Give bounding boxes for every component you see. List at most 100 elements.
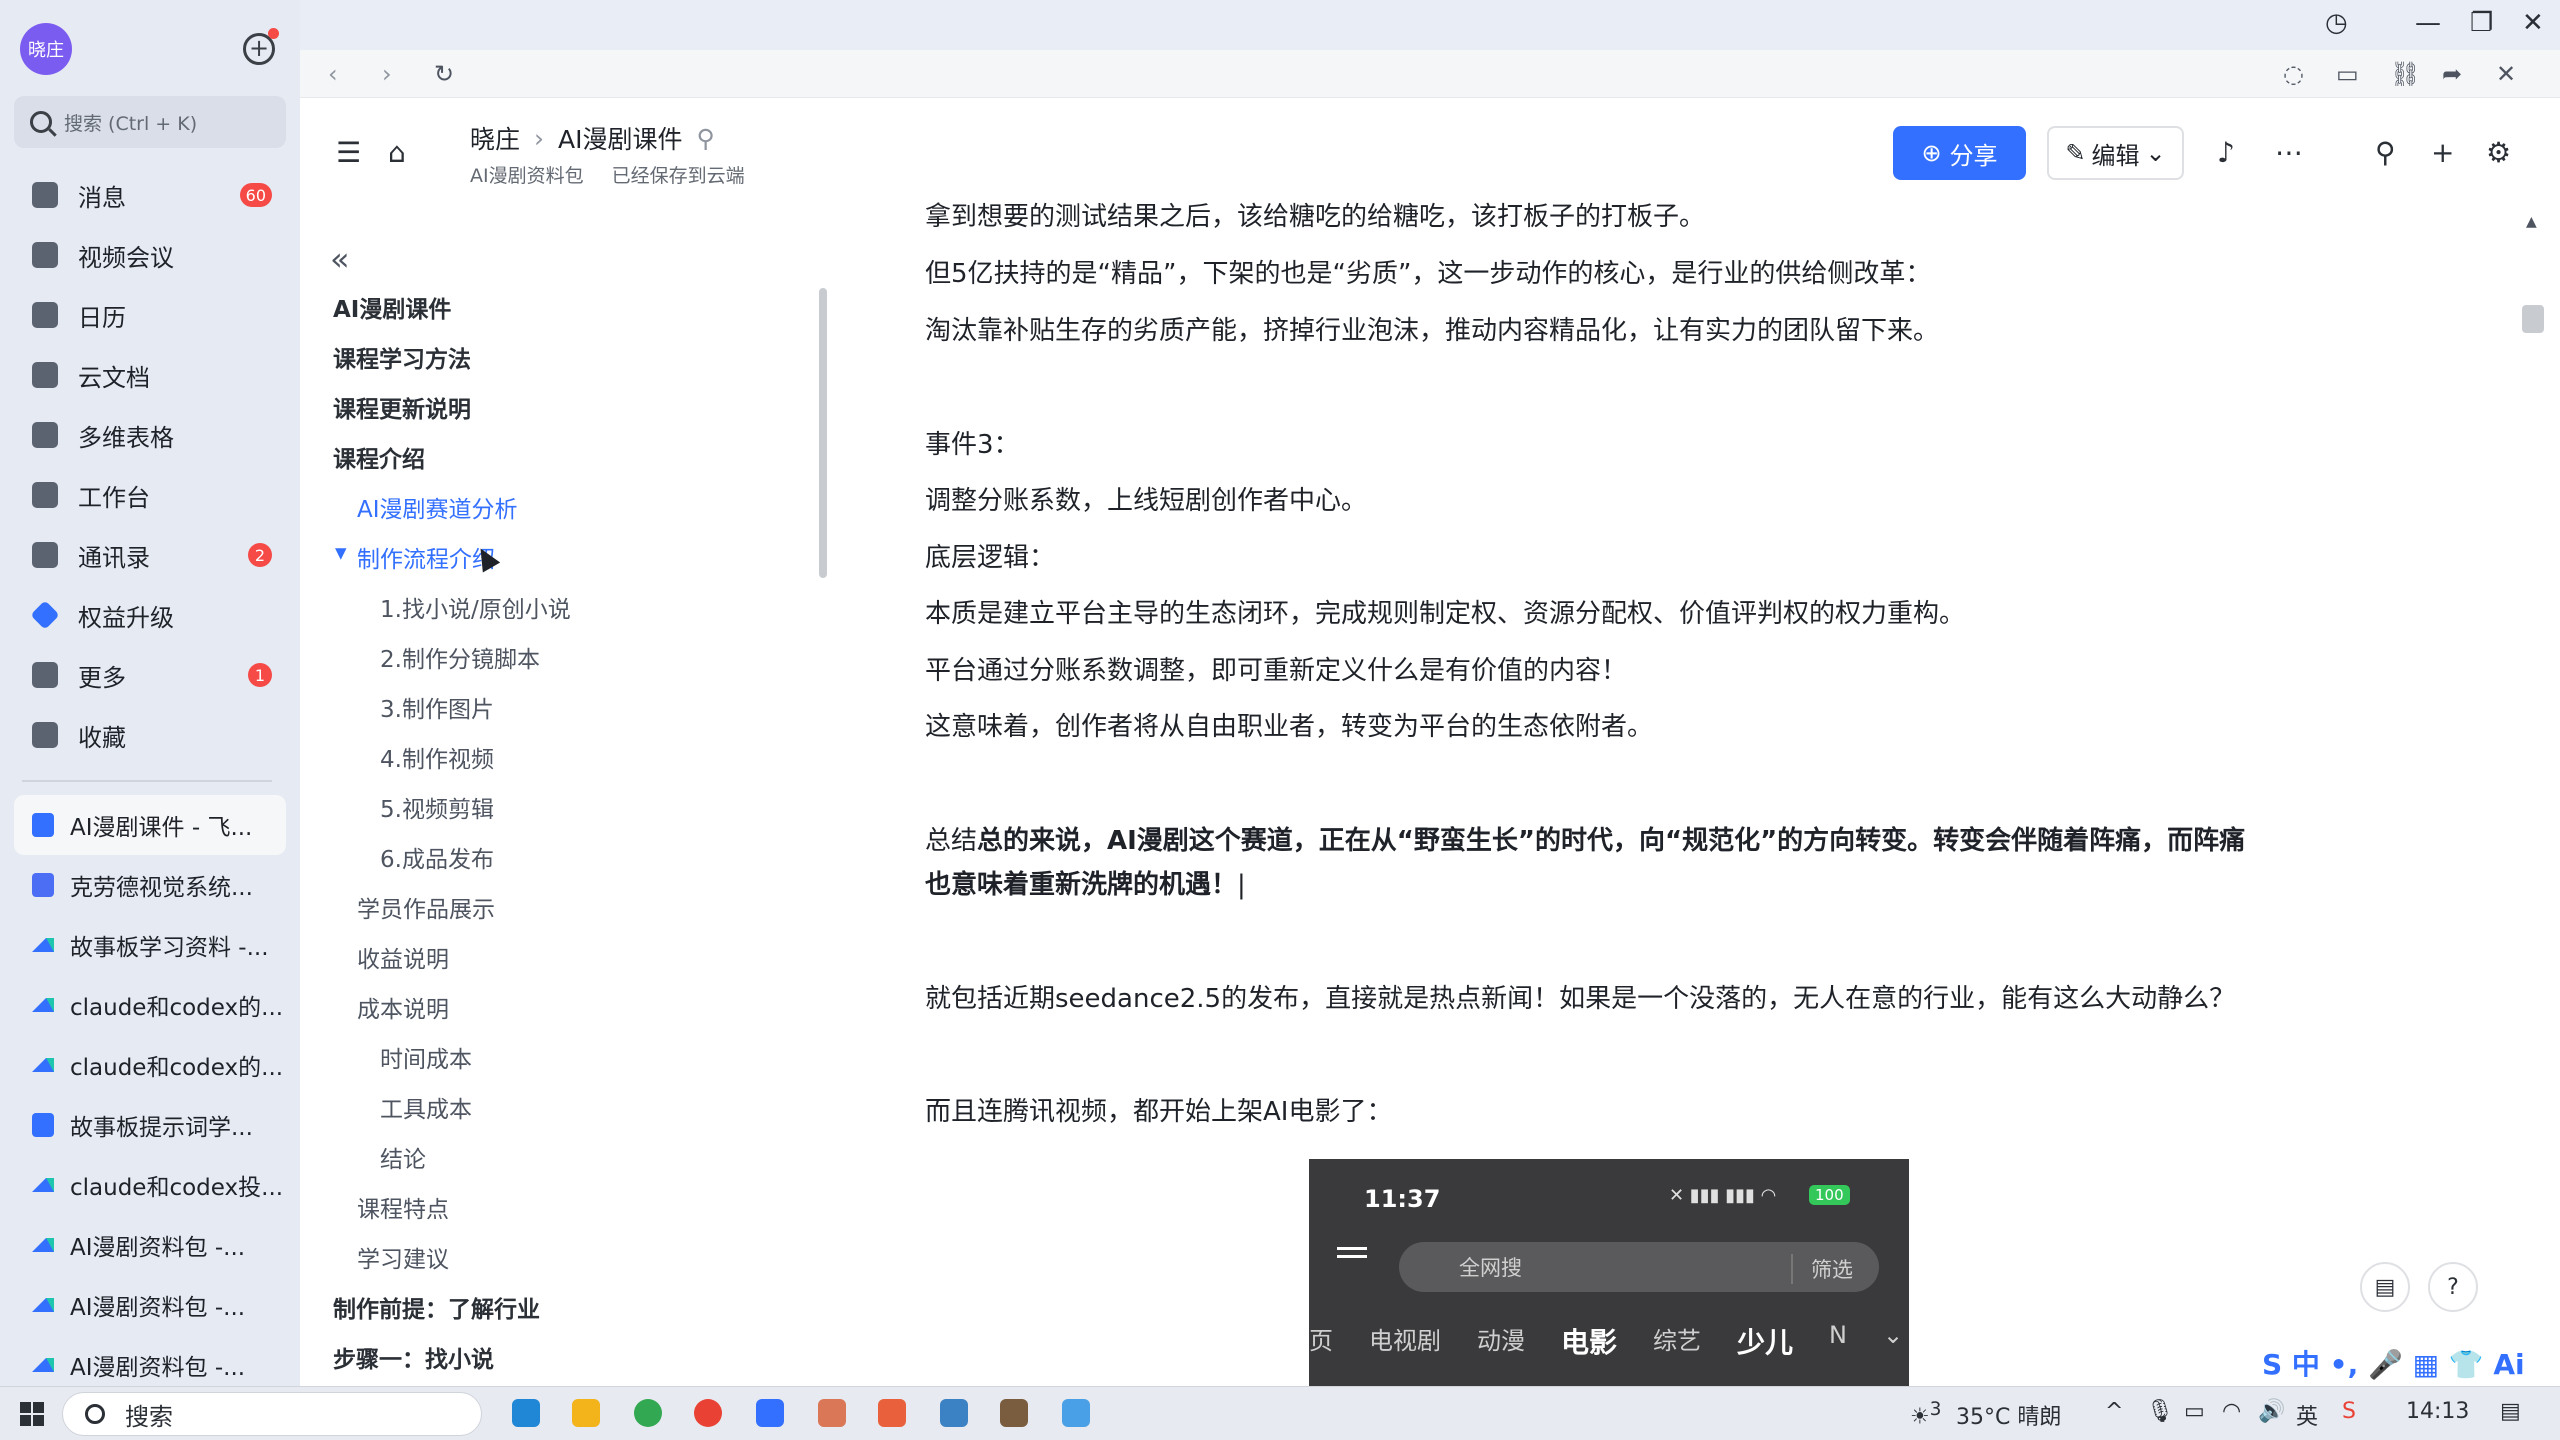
- sogou-tray-icon[interactable]: S: [2342, 1399, 2356, 1424]
- taskbar-search[interactable]: 搜索: [62, 1392, 482, 1436]
- outline-item[interactable]: 课程特点: [357, 1190, 449, 1224]
- outline-item[interactable]: 收益说明: [357, 940, 449, 974]
- nav-item-calendar[interactable]: 日历: [14, 285, 286, 345]
- recent-doc-item[interactable]: claude和codex投...: [14, 1155, 286, 1215]
- forward-icon[interactable]: ›: [382, 60, 392, 88]
- recent-doc-item[interactable]: 故事板提示词学...: [14, 1095, 286, 1155]
- claude-app-icon[interactable]: [818, 1399, 846, 1427]
- doc-info-icon[interactable]: ▤: [2360, 1262, 2410, 1312]
- embedded-phone-screenshot[interactable]: 11:37 ✕ ▮▮▮ ▮▮▮ ◠ 100 全网搜 筛选 页 电视剧 动漫 电影…: [1309, 1159, 1909, 1386]
- more-apps-icon: [32, 662, 58, 688]
- forward-share-icon[interactable]: ➦: [2442, 60, 2462, 88]
- nav-item-messages[interactable]: 消息 60: [14, 165, 286, 225]
- nav-item-cloud-docs[interactable]: 云文档: [14, 345, 286, 405]
- notepad-app-icon[interactable]: [1062, 1399, 1090, 1427]
- ime-toolbar[interactable]: S 中 •, 🎤 ▦ 👕 Ai: [2262, 1343, 2525, 1383]
- mic-icon[interactable]: 🎙: [2146, 1399, 2174, 1424]
- outline-item[interactable]: 2.制作分镜脚本: [380, 640, 540, 674]
- recent-doc-item[interactable]: AI漫剧资料包 -...: [14, 1275, 286, 1335]
- close-tab-icon[interactable]: ✕: [2496, 60, 2516, 88]
- restore-icon[interactable]: ❐: [2470, 8, 2493, 38]
- more-icon[interactable]: ⋯: [2275, 136, 2303, 169]
- wifi-icon[interactable]: ◠: [2222, 1399, 2241, 1424]
- outline-item[interactable]: 步骤一：找小说: [333, 1340, 494, 1374]
- ie-browser-icon[interactable]: [634, 1399, 662, 1427]
- edge-browser-icon[interactable]: [512, 1399, 540, 1427]
- outline-item[interactable]: 5.视频剪辑: [380, 790, 494, 824]
- recent-doc-item[interactable]: AI漫剧资料包 -...: [14, 1215, 286, 1275]
- outline-item[interactable]: 课程学习方法: [333, 340, 471, 374]
- plus-icon[interactable]: +: [2431, 136, 2454, 169]
- claude-code-icon[interactable]: [878, 1399, 906, 1427]
- recent-doc-item[interactable]: claude和codex的...: [14, 1035, 286, 1095]
- search-doc-icon[interactable]: ⚲: [2375, 136, 2396, 169]
- history-icon[interactable]: ◷: [2325, 8, 2348, 38]
- refresh-icon[interactable]: ↻: [434, 60, 454, 88]
- windows-start-icon[interactable]: [20, 1402, 44, 1426]
- weather-text[interactable]: 35°C 晴朗: [1956, 1399, 2061, 1431]
- nav-item-workplace[interactable]: 工作台: [14, 465, 286, 525]
- lark-app-icon[interactable]: [756, 1399, 784, 1427]
- content-scrollbar[interactable]: [2522, 305, 2544, 333]
- nav-item-base[interactable]: 多维表格: [14, 405, 286, 465]
- minimize-icon[interactable]: —: [2415, 8, 2441, 38]
- outline-item[interactable]: 4.制作视频: [380, 740, 494, 774]
- outline-item[interactable]: AI漫剧课件: [333, 290, 451, 324]
- outline-item[interactable]: 结论: [380, 1140, 426, 1174]
- battery-icon[interactable]: ▭: [2184, 1399, 2205, 1424]
- tray-up-icon[interactable]: ^: [2105, 1399, 2123, 1424]
- outline-item[interactable]: 制作前提：了解行业: [333, 1290, 540, 1324]
- recent-doc-item[interactable]: AI漫剧课件 - 飞...: [14, 795, 286, 855]
- scroll-up-icon[interactable]: ▲: [2526, 214, 2537, 230]
- settings-gear-icon[interactable]: ⚙: [2486, 136, 2511, 169]
- outline-item[interactable]: 成本说明: [357, 990, 449, 1024]
- file-explorer-icon[interactable]: [572, 1399, 600, 1427]
- link-icon[interactable]: ⛓: [2390, 60, 2420, 88]
- help-icon[interactable]: ?: [2428, 1262, 2478, 1312]
- global-search-box[interactable]: 搜索 (Ctrl + K): [14, 96, 286, 148]
- recent-doc-item[interactable]: 克劳德视觉系统...: [14, 855, 286, 915]
- outline-item[interactable]: 1.找小说/原创小说: [380, 590, 571, 624]
- recent-doc-item[interactable]: 故事板学习资料 -...: [14, 915, 286, 975]
- outline-item[interactable]: 6.成品发布: [380, 840, 494, 874]
- window-app-icon[interactable]: [940, 1399, 968, 1427]
- nav-item-video-meeting[interactable]: 视频会议: [14, 225, 286, 285]
- edit-button[interactable]: ✎ 编辑 ⌄: [2047, 126, 2184, 180]
- share-button[interactable]: ⊕ 分享: [1893, 126, 2026, 180]
- outline-item[interactable]: AI漫剧赛道分析: [357, 490, 518, 524]
- window-icon[interactable]: ▭: [2336, 60, 2359, 88]
- nav-item-contacts[interactable]: 通讯录 2: [14, 525, 286, 585]
- nav-item-upgrade[interactable]: 权益升级: [14, 585, 286, 645]
- outline-item[interactable]: 3.制作图片: [380, 690, 494, 724]
- outline-toggle-icon[interactable]: ☰: [336, 136, 361, 169]
- breadcrumb-current[interactable]: AI漫剧课件: [558, 120, 682, 156]
- bell-icon[interactable]: ♪: [2217, 136, 2235, 169]
- outline-item[interactable]: 时间成本: [380, 1040, 472, 1074]
- photo-app-icon[interactable]: [1000, 1399, 1028, 1427]
- pin-icon[interactable]: ⚲: [697, 124, 715, 153]
- comment-icon[interactable]: ◌: [2283, 60, 2304, 88]
- collapse-outline-icon[interactable]: «: [330, 240, 350, 278]
- outline-scrollbar[interactable]: [819, 288, 827, 578]
- volume-icon[interactable]: 🔊: [2258, 1399, 2285, 1424]
- close-window-icon[interactable]: ✕: [2522, 8, 2544, 38]
- outline-caret-icon[interactable]: ▾: [335, 540, 347, 566]
- outline-item[interactable]: 学习建议: [357, 1240, 449, 1274]
- avatar[interactable]: 晓庄: [20, 23, 72, 75]
- recent-doc-item[interactable]: claude和codex的...: [14, 975, 286, 1035]
- outline-item[interactable]: 工具成本: [380, 1090, 472, 1124]
- outline-item[interactable]: 课程更新说明: [333, 390, 471, 424]
- ime-mode-icon[interactable]: 英: [2296, 1399, 2318, 1431]
- weather-icon[interactable]: ☀3: [1910, 1399, 1941, 1429]
- outline-item[interactable]: 学员作品展示: [357, 890, 495, 924]
- outline-item[interactable]: 课程介绍: [333, 440, 425, 474]
- notification-icon[interactable]: ▤: [2500, 1399, 2521, 1424]
- nav-item-more[interactable]: 更多 1: [14, 645, 286, 705]
- chrome-icon[interactable]: [694, 1399, 722, 1427]
- breadcrumb-root[interactable]: 晓庄: [470, 120, 520, 156]
- clock[interactable]: 14:13: [2406, 1399, 2469, 1424]
- folder-link[interactable]: AI漫剧资料包: [470, 161, 584, 188]
- back-icon[interactable]: ‹: [328, 60, 338, 88]
- home-icon[interactable]: ⌂: [388, 136, 406, 169]
- nav-item-favorites[interactable]: 收藏: [14, 705, 286, 765]
